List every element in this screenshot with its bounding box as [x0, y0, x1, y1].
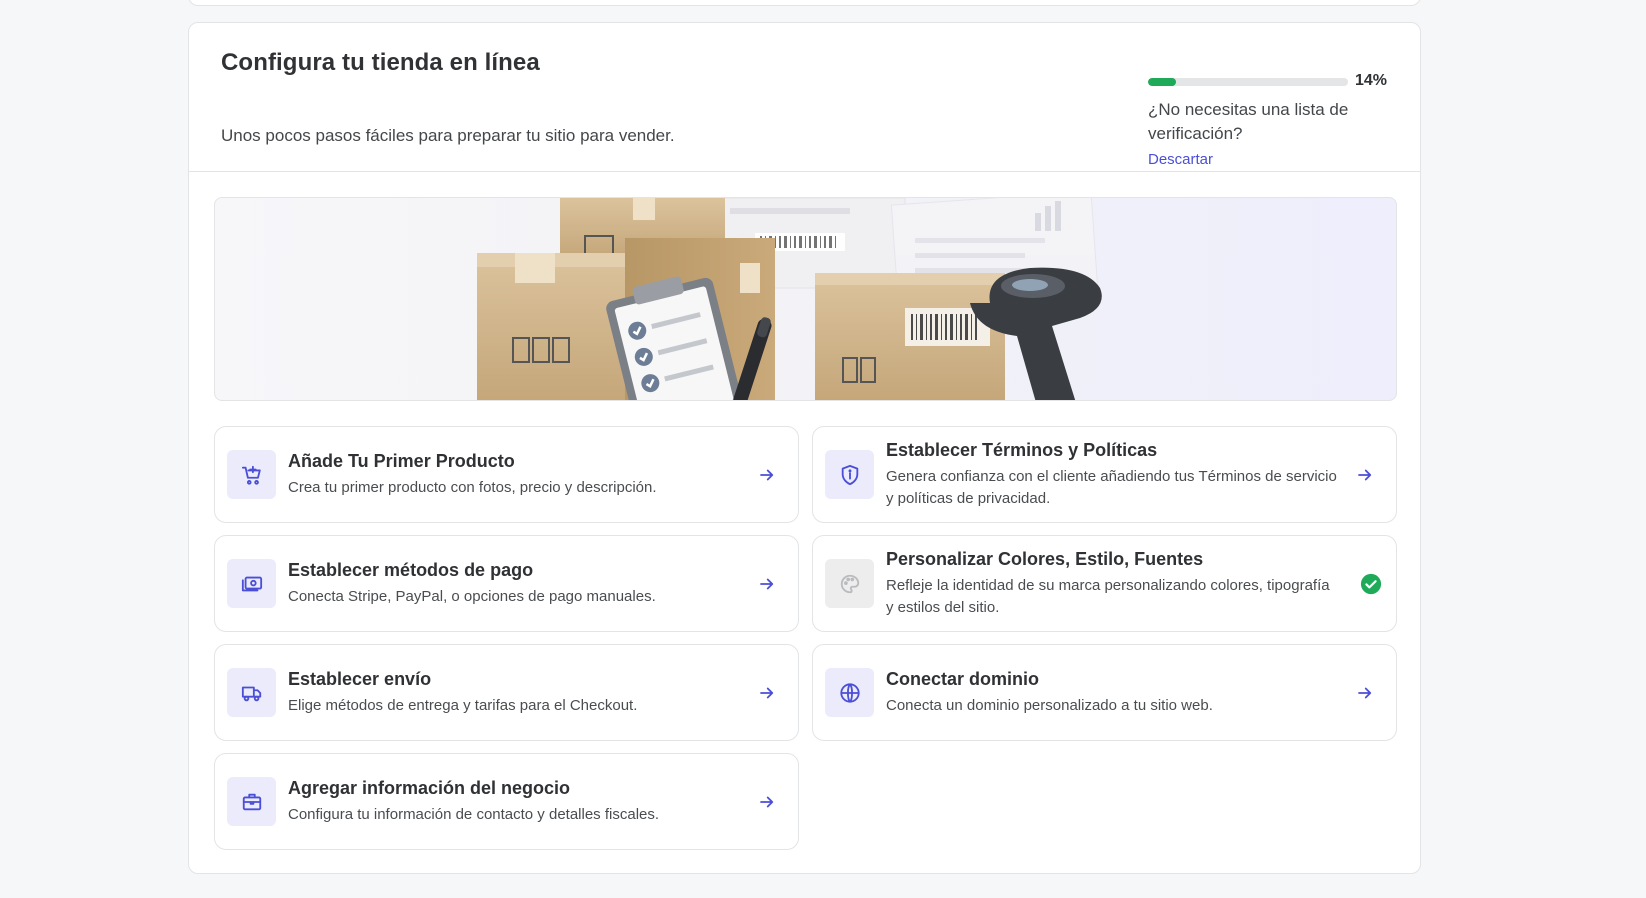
page-title: Configura tu tienda en línea [221, 49, 540, 76]
arrow-right-icon[interactable] [758, 575, 776, 593]
task-text: Establecer métodos de pago Conecta Strip… [288, 560, 742, 608]
task-icon-box [825, 559, 874, 608]
task-title: Añade Tu Primer Producto [288, 450, 515, 471]
task-add-first-product[interactable]: Añade Tu Primer Producto Crea tu primer … [214, 426, 799, 523]
previous-card-edge [188, 0, 1421, 6]
cart-plus-icon [241, 465, 261, 485]
task-text: Establecer envío Elige métodos de entreg… [288, 669, 742, 717]
task-description: Genera confianza con el cliente añadiend… [886, 467, 1337, 507]
briefcase-icon [242, 793, 261, 810]
task-text: Agregar información del negocio Configur… [288, 778, 742, 826]
task-icon-box [227, 559, 276, 608]
task-text: Añade Tu Primer Producto Crea tu primer … [288, 451, 742, 499]
task-text: Personalizar Colores, Estilo, Fuentes Re… [886, 549, 1340, 619]
task-icon-box [825, 450, 874, 499]
page-subtitle: Unos pocos pasos fáciles para preparar t… [221, 126, 675, 145]
arrow-right-icon[interactable] [758, 793, 776, 811]
task-description: Refleje la identidad de su marca persona… [886, 576, 1330, 616]
task-set-terms-policies[interactable]: Establecer Términos y Políticas Genera c… [812, 426, 1397, 523]
arrow-right-icon[interactable] [758, 466, 776, 484]
task-icon-box [825, 668, 874, 717]
arrow-right-icon[interactable] [1356, 684, 1374, 702]
check-circle-icon [1360, 573, 1382, 594]
money-icon [241, 576, 262, 591]
palette-icon [840, 574, 859, 593]
task-description: Crea tu primer producto con fotos, preci… [288, 478, 657, 496]
task-title: Establecer envío [288, 668, 432, 689]
task-connect-domain[interactable]: Conectar dominio Conecta un dominio pers… [812, 644, 1397, 741]
shipping-boxes-illustration [477, 198, 1102, 400]
dismiss-link[interactable]: Descartar [1148, 151, 1213, 168]
task-title: Establecer Términos y Políticas [886, 439, 1158, 460]
task-title: Establecer métodos de pago [288, 559, 534, 580]
task-text: Establecer Términos y Políticas Genera c… [886, 440, 1340, 510]
task-icon-box [227, 668, 276, 717]
truck-icon [241, 686, 261, 701]
globe-icon [839, 682, 860, 703]
task-icon-box [227, 777, 276, 826]
task-set-payment-methods[interactable]: Establecer métodos de pago Conecta Strip… [214, 535, 799, 632]
shield-icon [841, 464, 858, 485]
task-icon-box [227, 450, 276, 499]
task-description: Conecta un dominio personalizado a tu si… [886, 696, 1213, 714]
checklist-header: Configura tu tienda en línea Unos pocos … [189, 23, 1420, 172]
task-add-business-info[interactable]: Agregar información del negocio Configur… [214, 753, 799, 850]
progress-percent: 14% [1355, 72, 1388, 89]
task-description: Conecta Stripe, PayPal, o opciones de pa… [288, 587, 656, 605]
no-checklist-text: ¿No necesitas una lista de verificación? [1148, 100, 1349, 143]
task-description: Elige métodos de entrega y tarifas para … [288, 696, 638, 714]
task-customize-colors-style[interactable]: Personalizar Colores, Estilo, Fuentes Re… [812, 535, 1397, 632]
hero-illustration [214, 197, 1397, 401]
progress-bar-fill [1148, 78, 1176, 86]
progress-bar [1148, 78, 1348, 86]
task-description: Configura tu información de contacto y d… [288, 805, 660, 823]
task-set-shipping[interactable]: Establecer envío Elige métodos de entreg… [214, 644, 799, 741]
arrow-right-icon[interactable] [1356, 466, 1374, 484]
task-title: Agregar información del negocio [288, 777, 571, 798]
setup-checklist-card: Configura tu tienda en línea Unos pocos … [188, 22, 1421, 874]
task-text: Conectar dominio Conecta un dominio pers… [886, 669, 1340, 717]
arrow-right-icon[interactable] [758, 684, 776, 702]
task-title: Conectar dominio [886, 668, 1040, 689]
task-title: Personalizar Colores, Estilo, Fuentes [886, 548, 1204, 569]
